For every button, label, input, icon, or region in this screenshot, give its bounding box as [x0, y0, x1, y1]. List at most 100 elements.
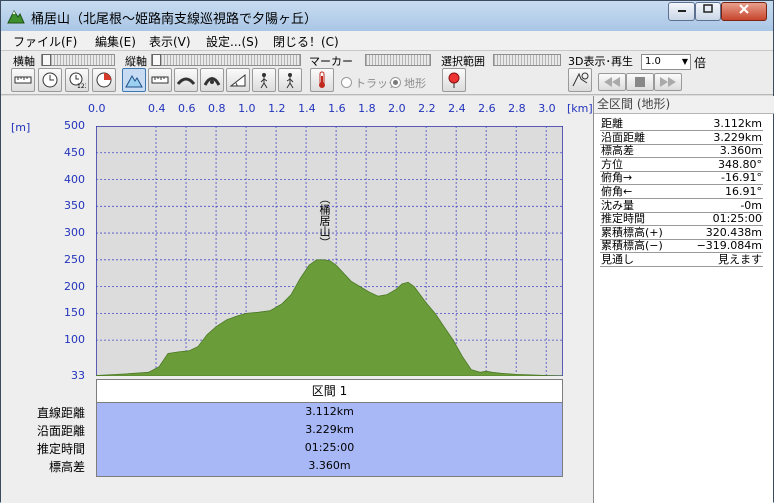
app-logo-icon — [7, 10, 25, 24]
arc-ruler-icon — [203, 77, 221, 86]
counter-clock-icon: 123 — [69, 72, 86, 89]
menu-file[interactable]: ファイル(F) — [13, 33, 77, 50]
vertical-axis-slider[interactable] — [151, 54, 301, 66]
pie-clock-icon — [96, 72, 112, 88]
marker-slider[interactable] — [365, 54, 431, 66]
3d-view-button[interactable] — [568, 68, 592, 92]
horizontal-axis-slider[interactable] — [41, 54, 115, 66]
selection-range-slider[interactable] — [493, 54, 561, 66]
x-axis-unit: [km] — [567, 102, 593, 115]
segment-surface-distance: 3.229km — [305, 423, 354, 436]
y-tick-label: 100 — [64, 333, 85, 347]
hiker-up-button[interactable] — [252, 68, 276, 92]
row-label-elevation-diff: 標高差 — [48, 460, 85, 474]
x-tick-label: 1.4 — [298, 102, 316, 115]
menu-settings[interactable]: 設定...(S) — [206, 33, 258, 50]
stat-row: 俯角→ -16.91° — [600, 171, 763, 186]
stat-name: 距離 — [601, 117, 623, 130]
title-bar[interactable]: 桶居山（北尾根～姫路南支線巡視路で夕陽ヶ丘） — [1, 1, 773, 31]
segment-header[interactable]: 区間 1 — [96, 379, 563, 403]
pace-axis-button[interactable] — [92, 68, 116, 92]
stat-value: 3.229km — [713, 130, 762, 144]
stat-name: 累積標高(−) — [601, 239, 663, 253]
summit-label: （桶居山） — [318, 193, 331, 248]
x-tick-label: 1.2 — [268, 102, 286, 115]
menu-edit[interactable]: 編集(E) — [95, 33, 136, 50]
menu-close[interactable]: 閉じる！(C) — [273, 33, 339, 50]
y-tick-label: 200 — [64, 279, 85, 293]
toolbar: 横軸 縦軸 マーカー 選択範囲 3D表示･再生 1.0 ▼ 倍 123 — [1, 51, 773, 95]
segment-estimated-time: 01:25:00 — [304, 441, 355, 454]
radio-terrain-label: 地形 — [404, 77, 426, 90]
stat-row: 累積標高(+) 320.438m — [600, 225, 763, 240]
curved-ruler-button[interactable] — [174, 68, 198, 92]
menu-view[interactable]: 表示(V) — [149, 33, 191, 50]
x-tick-label: 2.0 — [388, 102, 406, 115]
slider-thumb[interactable] — [42, 54, 51, 66]
stat-row: 沈み量 -0m — [600, 198, 763, 213]
maximize-icon — [703, 4, 713, 13]
stat-row: 方位 348.80° — [600, 158, 763, 172]
app-window: 桶居山（北尾根～姫路南支線巡視路で夕陽ヶ丘） ファイル(F) 編集(E) 表示(… — [0, 0, 774, 503]
stat-name: 沿面距離 — [601, 130, 645, 144]
mountain-icon — [125, 74, 143, 88]
minimize-button[interactable] — [668, 2, 695, 21]
x-tick-label: 1.6 — [328, 102, 346, 115]
x-tick-label: 2.4 — [448, 102, 466, 115]
elevation-profile-button[interactable] — [122, 68, 146, 92]
arc-ruler-button[interactable] — [200, 68, 224, 92]
elevation-chart-svg — [96, 126, 563, 376]
chevron-down-icon: ▼ — [681, 57, 688, 66]
x-tick-label: 1.0 — [238, 102, 256, 115]
row-label-straight-distance: 直線距離 — [36, 406, 85, 420]
slope-angle-icon — [229, 73, 246, 87]
close-button[interactable] — [721, 2, 767, 21]
x-tick-label: 0.8 — [208, 102, 226, 115]
slope-button[interactable] — [226, 68, 250, 92]
elevation-plot[interactable] — [96, 126, 563, 376]
radio-terrain[interactable] — [390, 77, 401, 88]
radio-track[interactable] — [341, 77, 352, 88]
stat-value: 見えます — [718, 253, 762, 266]
hiker-down-button[interactable] — [278, 68, 302, 92]
slider-thumb[interactable] — [152, 54, 161, 66]
stat-row: 累積標高(−) −319.084m — [600, 239, 763, 254]
row-label-estimated-time: 推定時間 — [36, 442, 85, 456]
stat-name: 見通し — [601, 253, 634, 266]
y-tick-label: 450 — [64, 145, 85, 159]
stat-name: 累積標高(+) — [601, 225, 663, 239]
selection-marker-button[interactable] — [442, 68, 466, 92]
thermometer-icon — [319, 71, 325, 88]
flat-ruler-button[interactable] — [148, 68, 172, 92]
y-tick-label: 33 — [71, 369, 85, 382]
speed-unit: 倍 — [694, 56, 707, 70]
menu-bar: ファイル(F) 編集(E) 表示(V) 設定...(S) 閉じる！(C) — [1, 31, 773, 51]
x-tick-label: 2.2 — [418, 102, 436, 115]
stat-name: 俯角→ — [601, 171, 633, 185]
time-axis-button[interactable] — [38, 68, 62, 92]
fast-forward-button[interactable] — [654, 73, 682, 91]
stats-panel: 全区間 (地形) 距離 3.112km 沿面距離 3.229km 標高差 3.360m 方位… — [593, 96, 774, 503]
segment-elevation-diff: 3.360m — [308, 459, 351, 472]
y-tick-label: 150 — [64, 306, 85, 320]
row-label-surface-distance: 沿面距離 — [36, 424, 85, 438]
maximize-button[interactable] — [695, 2, 721, 21]
speed-select[interactable]: 1.0 ▼ — [641, 54, 691, 70]
marker-button[interactable] — [310, 68, 334, 92]
y-tick-label: 400 — [64, 172, 85, 186]
ruler-icon — [151, 76, 169, 84]
marker-label: マーカー — [309, 55, 353, 68]
stat-name: 沈み量 — [601, 198, 634, 212]
speed-value: 1.0 — [645, 56, 661, 67]
counter-axis-button[interactable]: 123 — [65, 68, 89, 92]
3d-view-icon — [572, 72, 589, 87]
stop-button[interactable] — [626, 73, 654, 91]
playback-label: 3D表示･再生 — [568, 55, 633, 68]
close-icon — [739, 4, 749, 14]
balloon-marker-icon — [448, 72, 460, 88]
horizontal-distance-button[interactable] — [11, 68, 35, 92]
stat-row: 見通し 見えます — [600, 254, 763, 267]
rewind-button[interactable] — [598, 73, 626, 91]
minimize-icon — [677, 10, 686, 12]
hiker-icon — [260, 73, 268, 89]
